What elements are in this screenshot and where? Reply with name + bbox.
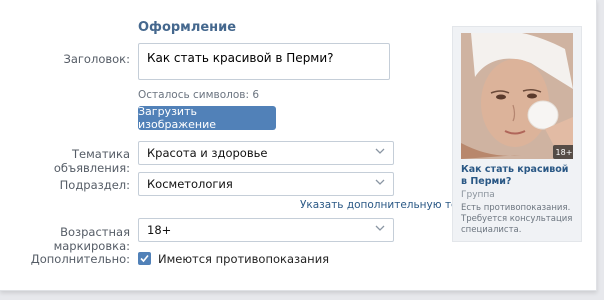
topic-label: Тематика объявления: <box>53 147 130 175</box>
chevron-down-icon <box>375 225 385 231</box>
preview-description: Есть противопоказания. Требуется консуль… <box>461 203 573 235</box>
remaining-characters: Осталось символов: 6 <box>138 89 260 101</box>
chevron-down-icon <box>375 179 385 185</box>
age-badge: 18+ <box>553 145 573 159</box>
ad-design-panel: Оформление Заголовок: Как стать красивой… <box>0 0 597 291</box>
contraindications-checkbox[interactable] <box>138 252 151 265</box>
contraindications-label: Имеются противопоказания <box>158 252 330 266</box>
headline-label: Заголовок: <box>63 52 130 66</box>
topic-select[interactable]: Красота и здоровье <box>138 141 394 165</box>
preview-image: 18+ <box>461 33 573 159</box>
section-title: Оформление <box>138 20 237 35</box>
checkmark-icon <box>140 254 149 263</box>
preview-title[interactable]: Как стать красивой в Перми? <box>461 164 577 188</box>
subsection-select[interactable]: Косметология <box>138 172 394 196</box>
ad-preview-card: 18+ Как стать красивой в Перми? Группа Е… <box>452 26 582 242</box>
upload-image-button[interactable]: Загрузить изображение <box>138 105 276 131</box>
age-label: Возрастная маркировка: <box>53 225 130 253</box>
age-select-value: 18+ <box>147 223 172 237</box>
woman-face-illustration <box>461 33 573 159</box>
topic-select-value: Красота и здоровье <box>147 146 268 160</box>
subsection-select-value: Косметология <box>147 177 233 191</box>
preview-subtitle: Группа <box>461 190 495 200</box>
additional-label: Дополнительно: <box>30 252 130 266</box>
age-select[interactable]: 18+ <box>138 218 394 242</box>
chevron-down-icon <box>375 148 385 154</box>
headline-input[interactable]: Как стать красивой в Перми? <box>138 43 390 80</box>
subsection-label: Подраздел: <box>59 178 130 192</box>
